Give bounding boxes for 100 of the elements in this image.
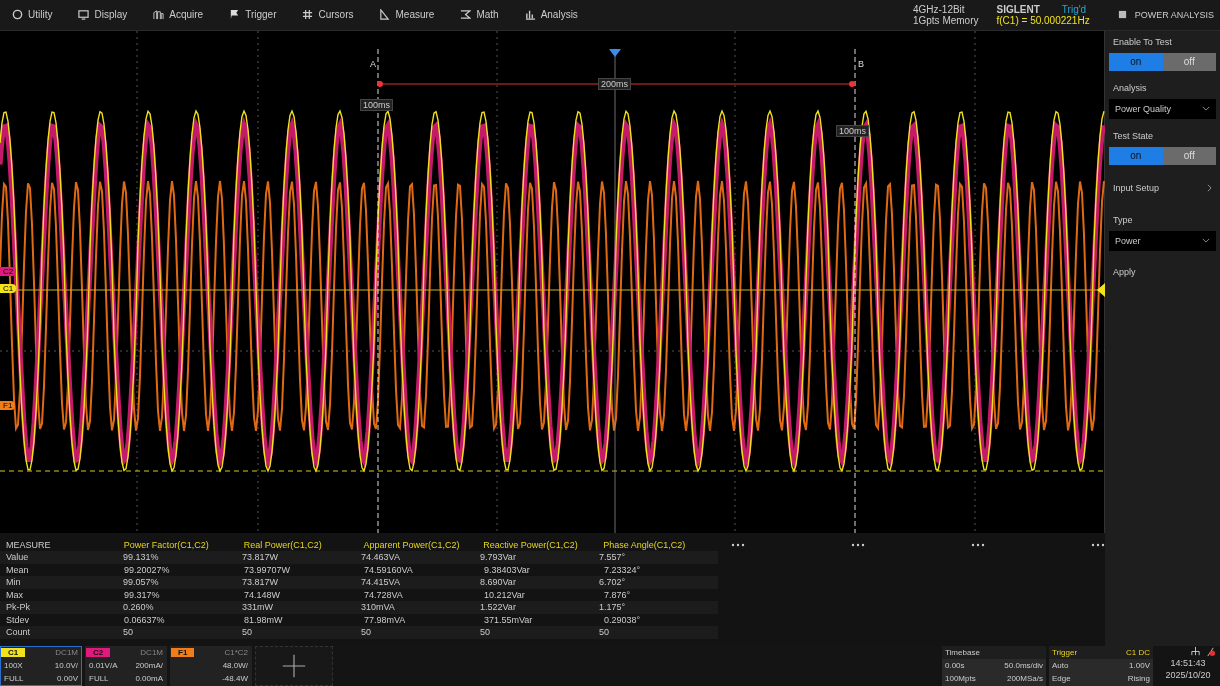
trigger-value: Edge (1052, 672, 1071, 685)
acquire-icon (153, 9, 165, 21)
trigger-position-icon[interactable] (609, 48, 621, 57)
table-cell-text: 1.175° (599, 602, 627, 613)
channel-marker[interactable]: F1 (0, 400, 16, 410)
math-icon (460, 9, 472, 21)
table-cell-text: 74.728VA (364, 589, 404, 600)
frequency-readout: f(C1) = 50.000221Hz (996, 14, 1090, 26)
brand-label: SIGLENT (996, 3, 1040, 15)
channel-marker[interactable]: C2 (0, 266, 17, 276)
menu-item[interactable]: Input Setup (1109, 176, 1216, 203)
menu-item[interactable]: Acquire (149, 7, 208, 23)
table-cell-text: 77.98mVA (364, 614, 407, 625)
column-header: Apparent Power(C1,C2) (363, 539, 461, 550)
table-cell-text: 7.876° (604, 589, 632, 600)
table-cell-text: 50 (480, 627, 492, 638)
cursor-label: B (858, 58, 864, 69)
channel-card[interactable]: C1 DC1M 100X 10.0V/ FULL 0.00V (0, 645, 82, 686)
table-cell-text: 9.38403Var (484, 564, 531, 575)
apply-button[interactable]: Apply (1109, 262, 1216, 281)
menu-item[interactable]: Measure (375, 7, 439, 23)
column-header: Phase Angle(C1,C2) (603, 539, 687, 550)
table-cell-text: 73.817W (242, 552, 280, 563)
channel-card[interactable]: F1 C1*C2 48.0W/ -48.4W (170, 645, 252, 686)
cursor-line[interactable] (854, 48, 856, 533)
setting-label: Enable To Test (1112, 36, 1173, 47)
table-cell-text: 99.131% (123, 552, 160, 563)
cursor-delta-label: 200ms (598, 77, 631, 90)
channel-card[interactable]: C2 DC1M 0.01V/A 200mA/ FULL 0.00mA (85, 645, 167, 686)
toggle-option[interactable]: on (1109, 52, 1163, 71)
table-cell-text: 331mW (242, 602, 275, 613)
measure-icon (379, 9, 391, 21)
column-header: Real Power(C1,C2) (243, 539, 323, 550)
table-cell-text: 310mVA (361, 602, 396, 613)
timebase-value: 100Mpts (945, 672, 976, 685)
channel-value: 0.00mA (135, 672, 163, 685)
channel-value: FULL (4, 672, 24, 685)
table-cell-text: 0.29038° (604, 614, 642, 625)
channel-value: 48.0W/ (222, 659, 248, 672)
table-cell-text: Value (5, 552, 30, 563)
more-icon[interactable] (850, 542, 865, 547)
chevron-icon (1207, 183, 1212, 192)
clock-date: 2025/10/20 (1165, 668, 1211, 681)
coupling-label: DC1M (140, 648, 164, 658)
bandwidth-label: 4GHz-12Bit (912, 3, 966, 15)
more-icon[interactable] (970, 542, 985, 547)
cursor-time-label: 100ms (836, 124, 869, 137)
more-icon[interactable] (730, 542, 745, 547)
table-cell-text: 0.06637% (124, 614, 166, 625)
table-cell-text: 99.317% (124, 589, 161, 600)
trigger-title: Trigger (1052, 646, 1078, 659)
toggle-option[interactable]: off (1162, 52, 1216, 71)
timebase-panel[interactable]: Timebase 0.00s 50.0ms/div 100Mpts 200MSa/s (942, 645, 1046, 686)
cursor-label: A (370, 58, 376, 69)
trigger-value: Rising (1127, 672, 1150, 685)
channel-marker[interactable]: C1 (0, 283, 17, 293)
trigger-panel[interactable]: Trigger C1 DC Auto 1.00V Edge Rising (1049, 645, 1153, 686)
channel-value: -48.4W (222, 672, 248, 685)
table-cell-text: 371.55mVar (484, 614, 534, 625)
table-cell-text: 10.212Var (484, 589, 526, 600)
table-cell-text: Min (5, 577, 22, 588)
panel-icon (1117, 10, 1127, 20)
channel-value: 200mA/ (135, 659, 163, 672)
trigger-value: Auto (1052, 659, 1069, 672)
dropdown[interactable]: Power (1109, 230, 1216, 251)
table-cell-text: 99.20027% (124, 564, 171, 575)
toggle-option[interactable]: on (1109, 146, 1163, 165)
more-icon[interactable] (1090, 542, 1105, 547)
menu-item[interactable]: Trigger (225, 7, 281, 23)
dropdown[interactable]: Power Quality (1109, 98, 1216, 119)
table-cell-text: 81.98mW (244, 614, 284, 625)
toggle-option[interactable]: off (1162, 146, 1216, 165)
channel-value: 0.00V (57, 672, 78, 685)
monitor-icon (78, 9, 90, 21)
menu-item[interactable]: Display (74, 7, 132, 23)
table-cell-text: 8.690Var (480, 577, 517, 588)
table-cell-text: 74.59160VA (364, 564, 414, 575)
table-cell-text: 50 (242, 627, 254, 638)
memory-label: 1Gpts Memory (912, 14, 979, 26)
setting-label: Analysis (1112, 82, 1148, 93)
channel-tag: C2 (86, 648, 111, 658)
network-icon[interactable] (1190, 645, 1201, 657)
timebase-value: 0.00s (945, 659, 965, 672)
table-cell-text: 7.557° (599, 552, 627, 563)
trigger-source: C1 DC (1126, 646, 1150, 659)
cursor-line[interactable] (377, 48, 379, 533)
menu-item[interactable]: Cursors (298, 7, 358, 23)
table-cell-text: Mean (5, 564, 30, 575)
timebase-value: 200MSa/s (1006, 672, 1043, 685)
column-header: MEASURE (5, 539, 52, 550)
menu-item[interactable]: Analysis (520, 7, 582, 23)
menu-item[interactable]: Utility (8, 7, 57, 23)
table-cell-text: Pk-Pk (5, 602, 31, 613)
table-cell-text: 7.23324° (604, 564, 642, 575)
trigger-state: Trig'd (1061, 3, 1087, 15)
table-cell-text: Count (5, 627, 32, 638)
table-cell-text: 74.463VA (361, 552, 401, 563)
usb-icon[interactable] (1205, 645, 1216, 657)
channel-value: FULL (89, 672, 109, 685)
menu-item[interactable]: Math (456, 7, 503, 23)
